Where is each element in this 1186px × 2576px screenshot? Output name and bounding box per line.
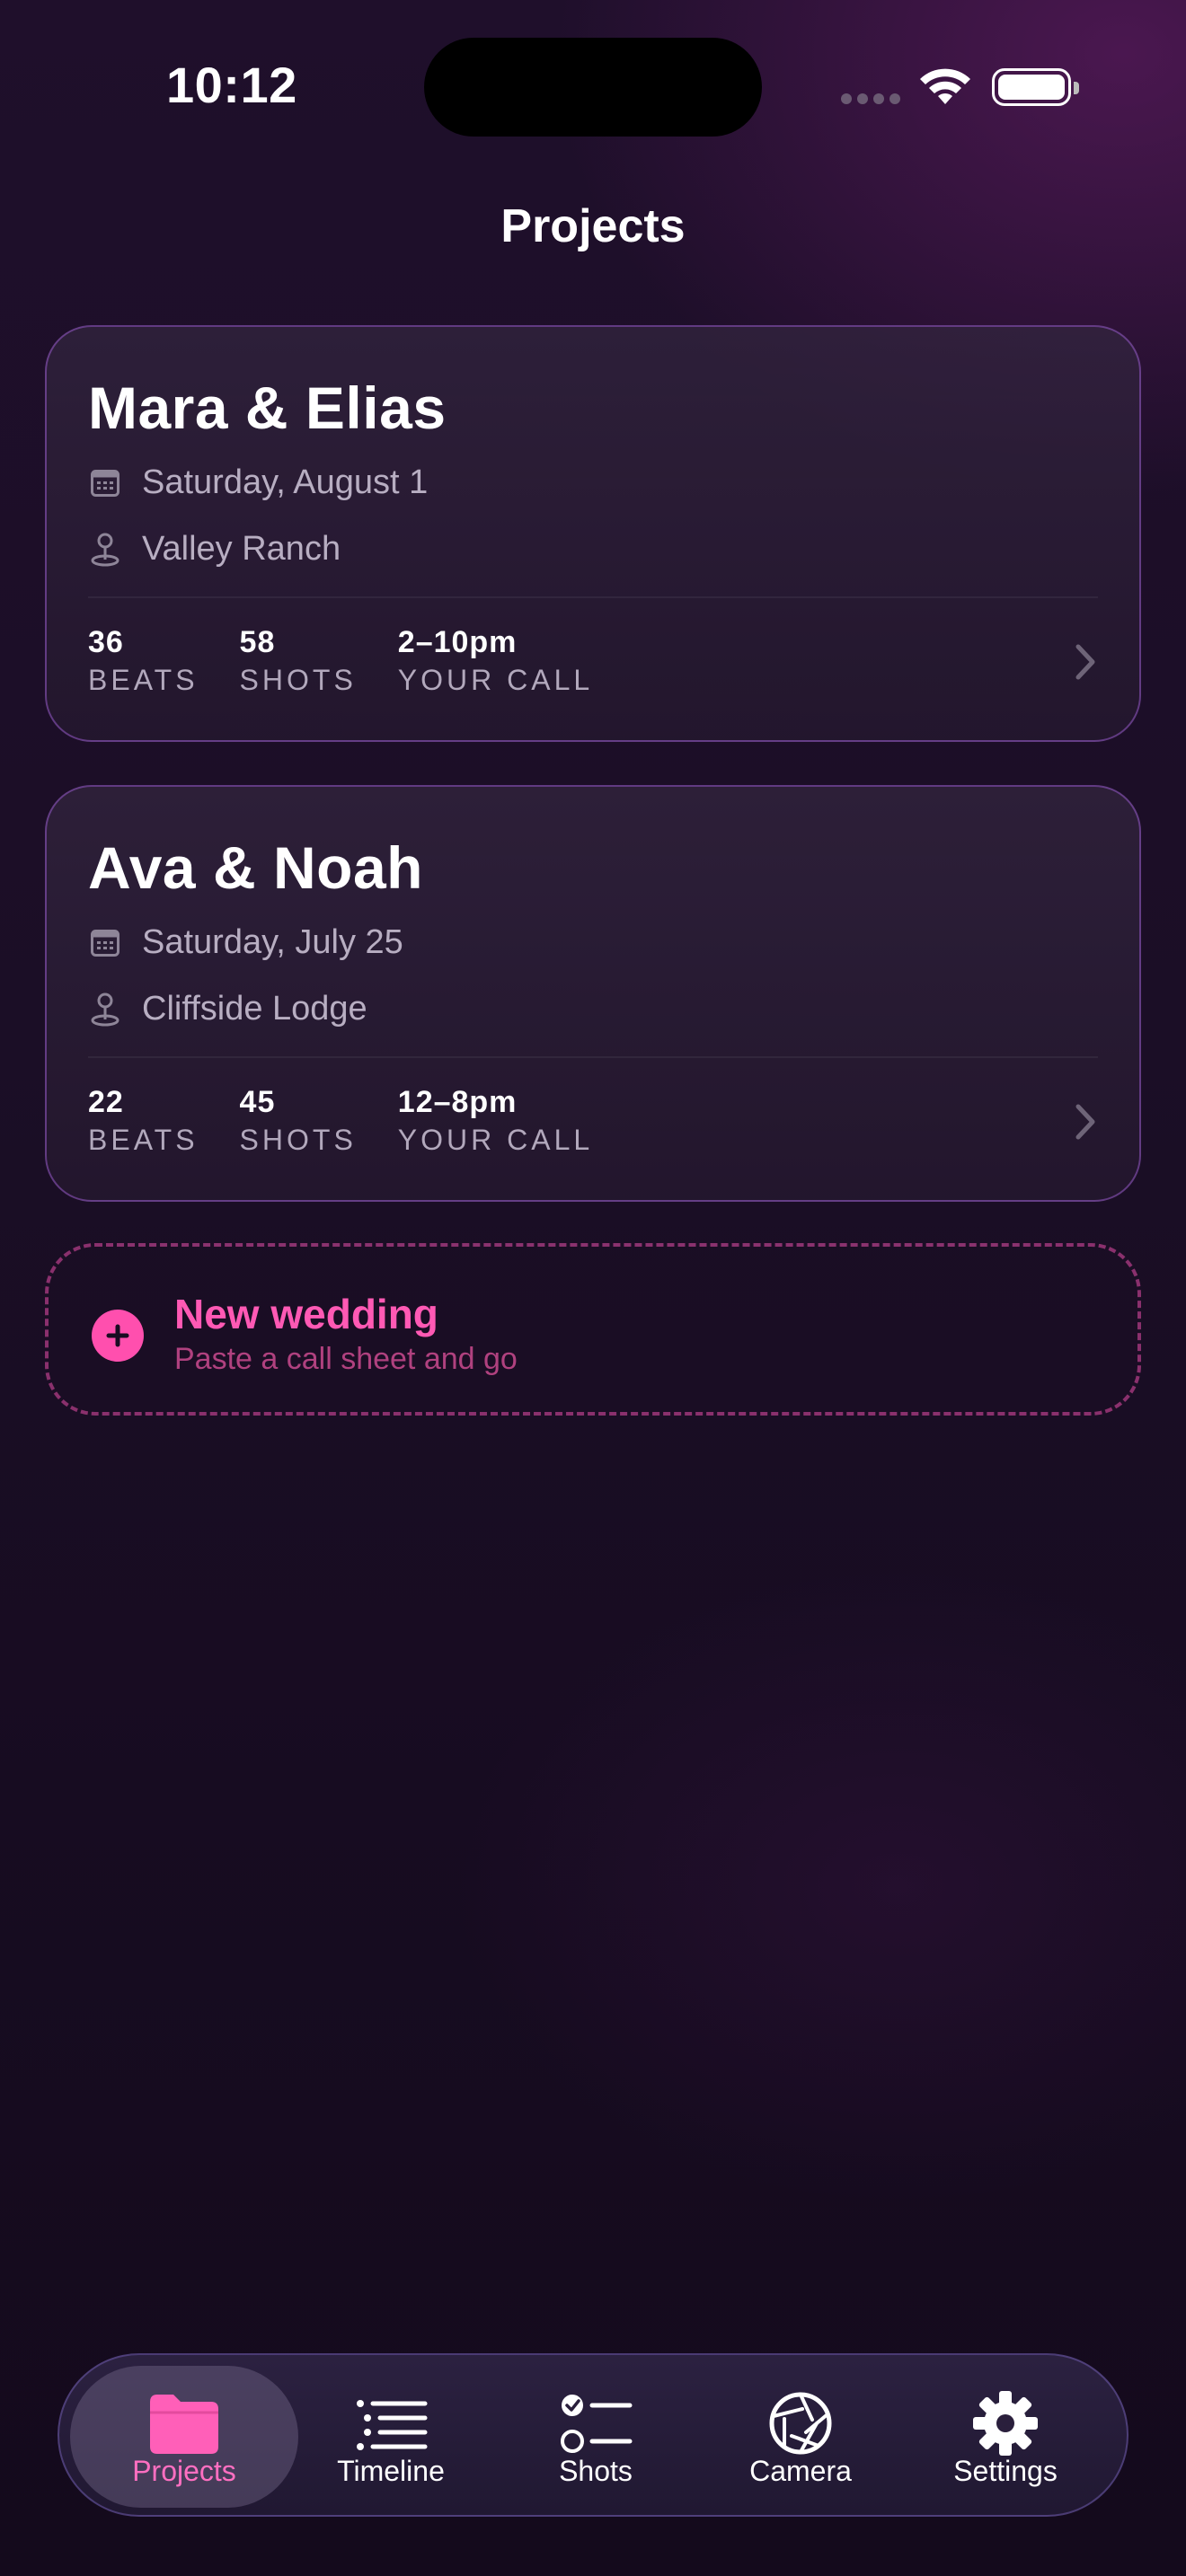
calendar-icon (88, 926, 122, 960)
project-title: Ava & Noah (88, 834, 423, 901)
tab-camera[interactable]: Camera (686, 2366, 915, 2508)
tab-label: Camera (749, 2455, 852, 2487)
stat-value: 22 (88, 1085, 124, 1119)
stat-call-time: 2–10pm YOUR CALL (398, 625, 593, 697)
stat-label: YOUR CALL (397, 1124, 594, 1156)
tab-bar: Projects Timeline Shots Camera Settings (58, 2353, 1128, 2517)
stat-shots: 45 SHOTS (240, 1085, 357, 1157)
battery-icon (992, 68, 1079, 106)
stat-value: 36 (88, 625, 124, 659)
stat-label: BEATS (88, 664, 199, 696)
stat-label: SHOTS (239, 1124, 357, 1156)
chevron-right-icon (1075, 1104, 1095, 1140)
stat-beats: 22 BEATS (88, 1085, 199, 1157)
status-time: 10:12 (166, 57, 297, 113)
page-title: Projects (500, 200, 686, 252)
dynamic-island (424, 38, 762, 137)
list-icon (357, 2400, 428, 2450)
aperture-icon (769, 2392, 832, 2455)
stat-label: YOUR CALL (397, 664, 594, 696)
stat-call-time: 12–8pm YOUR CALL (398, 1085, 593, 1157)
stat-value: 58 (239, 625, 276, 659)
project-location-row: Valley Ranch (88, 530, 341, 569)
project-card[interactable]: Mara & Elias Saturday, August 1 Valley R… (45, 325, 1141, 742)
map-pin-icon (88, 992, 122, 1027)
project-card[interactable]: Ava & Noah Saturday, July 25 Cliffside L… (45, 785, 1141, 1202)
chevron-right-icon (1075, 644, 1095, 680)
wifi-icon (920, 68, 970, 104)
stat-shots: 58 SHOTS (240, 625, 357, 697)
cellular-signal-icon (841, 93, 900, 104)
gear-icon (973, 2391, 1038, 2456)
project-date-row: Saturday, August 1 (88, 463, 428, 502)
project-location: Valley Ranch (142, 530, 341, 568)
tab-timeline[interactable]: Timeline (277, 2366, 505, 2508)
tab-label: Projects (132, 2455, 236, 2487)
project-location-row: Cliffside Lodge (88, 990, 367, 1028)
tab-label: Settings (953, 2455, 1058, 2487)
plus-icon (92, 1310, 144, 1362)
new-wedding-subtitle: Paste a call sheet and go (174, 1342, 518, 1376)
divider (88, 1056, 1098, 1058)
stat-beats: 36 BEATS (88, 625, 199, 697)
stat-value: 2–10pm (397, 625, 518, 659)
project-title: Mara & Elias (88, 375, 447, 441)
new-wedding-title: New wedding (174, 1291, 438, 1337)
stat-value: 12–8pm (397, 1085, 518, 1119)
divider (88, 596, 1098, 598)
folder-icon (150, 2395, 218, 2454)
checklist-icon (561, 2395, 633, 2453)
stat-label: SHOTS (239, 664, 357, 696)
tab-label: Timeline (337, 2455, 445, 2487)
calendar-icon (88, 466, 122, 500)
map-pin-icon (88, 533, 122, 567)
project-stats: 22 BEATS 45 SHOTS 12–8pm YOUR CALL (88, 1085, 634, 1157)
project-stats: 36 BEATS 58 SHOTS 2–10pm YOUR CALL (88, 625, 634, 697)
project-location: Cliffside Lodge (142, 990, 367, 1028)
new-wedding-button[interactable]: New wedding Paste a call sheet and go (45, 1243, 1141, 1416)
tab-label: Shots (559, 2455, 633, 2487)
stat-value: 45 (239, 1085, 276, 1119)
tab-settings[interactable]: Settings (891, 2366, 1120, 2508)
tab-projects[interactable]: Projects (70, 2366, 298, 2508)
project-date: Saturday, July 25 (142, 923, 403, 961)
project-date-row: Saturday, July 25 (88, 923, 403, 962)
project-date: Saturday, August 1 (142, 463, 429, 501)
tab-shots[interactable]: Shots (482, 2366, 710, 2508)
stat-label: BEATS (88, 1124, 199, 1156)
